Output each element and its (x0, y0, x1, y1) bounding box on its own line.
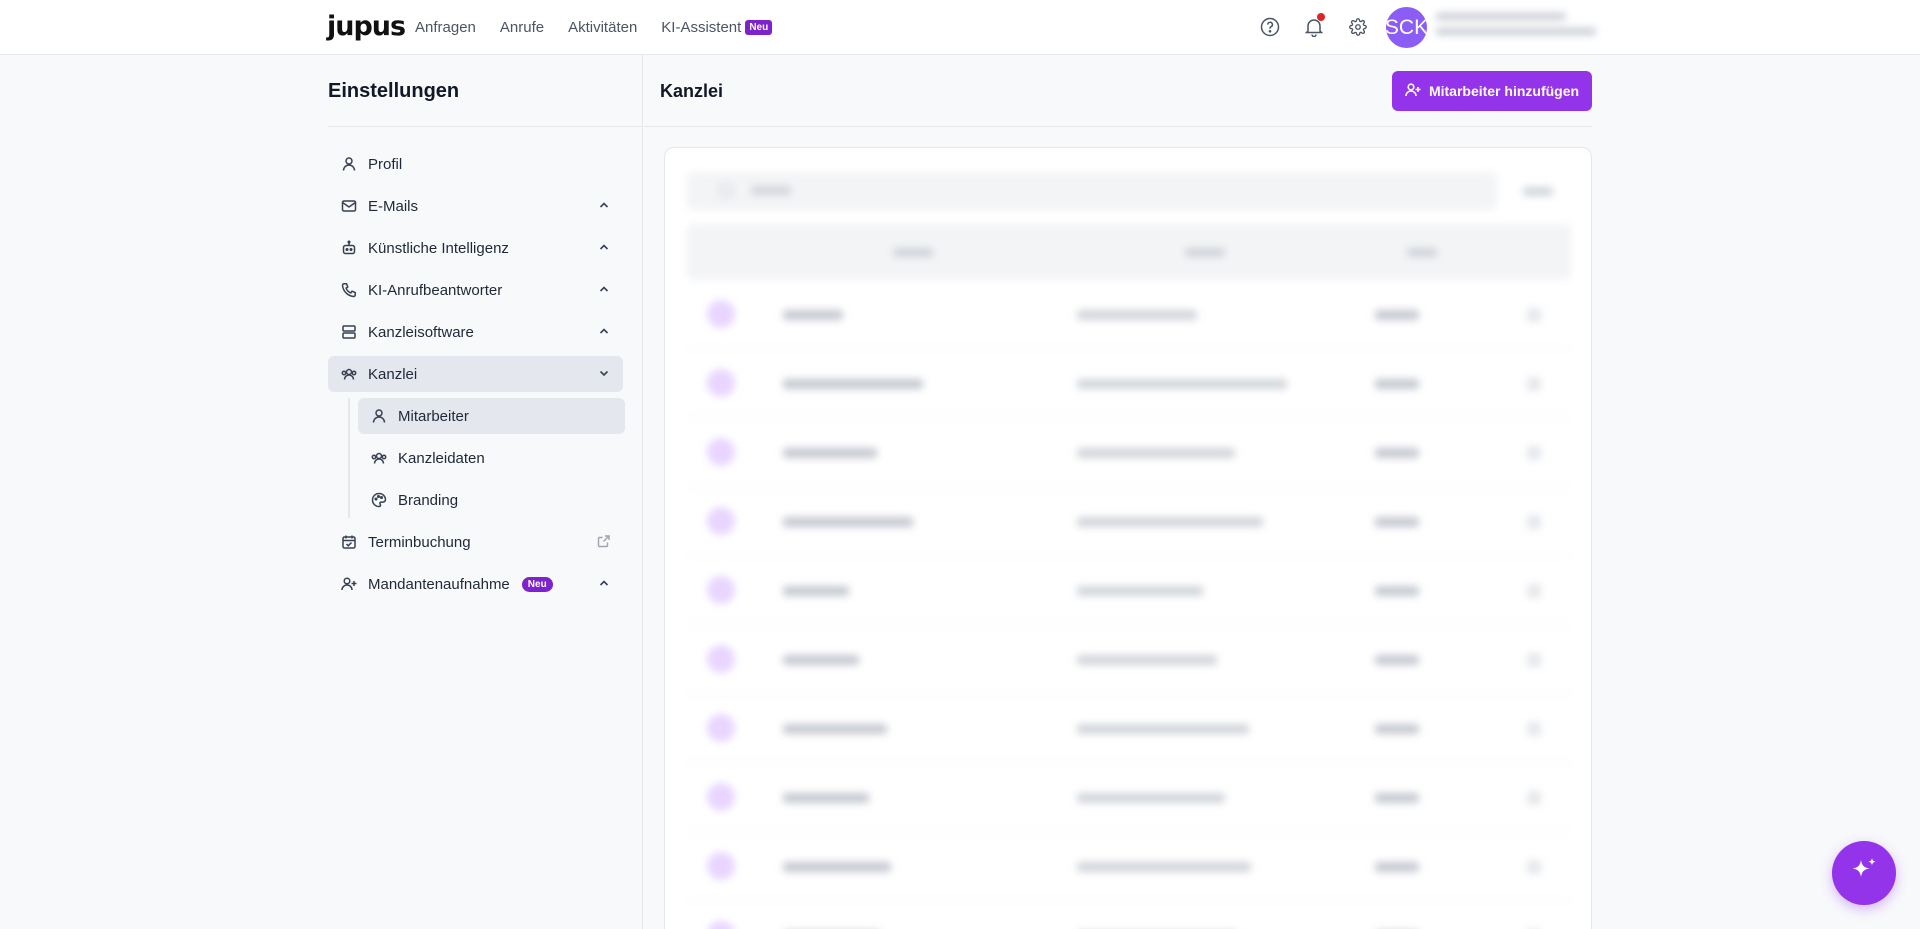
sidebar-item-kanzlei[interactable]: Kanzlei (328, 356, 623, 392)
top-bar: jupus Anfragen Anrufe Aktivitäten KI-Ass… (0, 0, 1920, 55)
user-plus-icon (1405, 82, 1421, 101)
table-row[interactable] (687, 556, 1571, 625)
table-row[interactable] (687, 349, 1571, 418)
top-icons (1257, 13, 1371, 40)
bell-icon[interactable] (1301, 13, 1327, 40)
nav-item-label: Anrufe (499, 19, 545, 36)
divider (328, 126, 643, 127)
palette-icon (370, 491, 388, 509)
sidebar-item-label: Kanzleisoftware (368, 323, 474, 341)
sidebar-item-label: KI-Anrufbeantworter (368, 281, 503, 299)
table-row[interactable] (687, 763, 1571, 832)
logo[interactable]: jupus (327, 11, 406, 42)
table-row[interactable] (687, 280, 1571, 349)
table-row[interactable] (687, 694, 1571, 763)
main-nav: Anfragen Anrufe Aktivitäten KI-Assistent… (415, 0, 773, 55)
server-icon (340, 323, 358, 341)
sidebar-item-kuenstliche-intelligenz[interactable]: Künstliche Intelligenz (328, 230, 623, 266)
add-employee-button[interactable]: Mitarbeiter hinzufügen (1392, 71, 1592, 111)
divider (644, 126, 1592, 127)
nav-item-anrufe[interactable]: Anrufe (500, 19, 544, 36)
external-link-icon (597, 534, 611, 552)
search-input[interactable] (687, 172, 1497, 210)
calendar-check-icon (340, 533, 358, 551)
table-row[interactable] (687, 901, 1571, 929)
sidebar-item-terminbuchung[interactable]: Terminbuchung (328, 524, 623, 560)
sidebar-item-label: Profil (368, 155, 403, 173)
nav-item-label: Anfragen (415, 19, 476, 36)
new-badge: Neu (521, 576, 553, 592)
chevron-up-icon (597, 198, 611, 216)
phone-icon (340, 281, 358, 299)
settings-title: Einstellungen (328, 80, 460, 102)
mail-icon (340, 197, 358, 215)
sidebar-item-mandantenaufnahme[interactable]: Mandantenaufnahme Neu (328, 566, 623, 602)
users-icon (340, 365, 358, 383)
table-header (687, 224, 1571, 280)
sidebar-item-label: Mitarbeiter (398, 407, 469, 425)
avatar[interactable]: SCK (1386, 7, 1427, 48)
sidebar-item-profil[interactable]: Profil (328, 146, 623, 182)
sidebar-item-label: Künstliche Intelligenz (368, 239, 509, 257)
sidebar-item-mitarbeiter[interactable]: Mitarbeiter (358, 398, 625, 434)
sidebar-item-ki-anrufbeantworter[interactable]: KI-Anrufbeantworter (328, 272, 623, 308)
ai-assistant-button[interactable] (1832, 841, 1896, 905)
sidebar-item-label: Terminbuchung (368, 533, 471, 551)
chevron-up-icon (597, 282, 611, 300)
nav-item-anfragen[interactable]: Anfragen (415, 19, 476, 36)
table-row[interactable] (687, 625, 1571, 694)
settings-sidebar: Einstellungen Profil E-Mails Künstliche … (328, 55, 643, 929)
chevron-up-icon (597, 576, 611, 594)
add-employee-label: Mitarbeiter hinzufügen (1428, 83, 1580, 99)
user-icon (370, 407, 388, 425)
nav-item-ki-assistent[interactable]: KI-Assistent Neu (661, 19, 773, 36)
notification-dot (1317, 13, 1325, 21)
sidebar-item-label: Kanzlei (368, 365, 418, 383)
gear-icon[interactable] (1345, 14, 1371, 40)
table-row[interactable] (687, 832, 1571, 901)
filter-button[interactable] (1505, 172, 1571, 210)
sidebar-item-branding[interactable]: Branding (358, 482, 625, 518)
sidebar-item-kanzleisoftware[interactable]: Kanzleisoftware (328, 314, 623, 350)
page-title: Kanzlei (660, 81, 724, 101)
chevron-up-icon (597, 240, 611, 258)
chevron-down-icon (597, 366, 611, 384)
users-icon (370, 449, 388, 467)
robot-icon (340, 239, 358, 257)
nav-item-label: KI-Assistent (661, 19, 742, 36)
sidebar-item-label: Mandantenaufnahme (368, 575, 510, 593)
new-badge: Neu (745, 20, 773, 35)
sidebar-item-kanzleidaten[interactable]: Kanzleidaten (358, 440, 625, 476)
user-plus-icon (340, 575, 358, 593)
help-icon[interactable] (1257, 14, 1283, 40)
nav-item-label: Aktivitäten (568, 19, 638, 36)
sidebar-item-label: Kanzleidaten (398, 449, 485, 467)
nav-item-aktivitaeten[interactable]: Aktivitäten (568, 19, 637, 36)
sparkle-icon (1848, 855, 1880, 892)
kanzlei-submenu: Mitarbeiter Kanzleidaten Branding (348, 398, 625, 518)
sidebar-item-emails[interactable]: E-Mails (328, 188, 623, 224)
chevron-up-icon (597, 324, 611, 342)
table-row[interactable] (687, 487, 1571, 556)
user-info-redacted[interactable] (1436, 13, 1601, 45)
sidebar-item-label: Branding (398, 491, 459, 509)
settings-menu: Profil E-Mails Künstliche Intelligenz KI… (328, 146, 625, 608)
sidebar-item-label: E-Mails (368, 197, 419, 215)
blurred-content (665, 148, 1591, 929)
employee-table-card (664, 147, 1592, 929)
table-row[interactable] (687, 418, 1571, 487)
user-icon (340, 155, 358, 173)
